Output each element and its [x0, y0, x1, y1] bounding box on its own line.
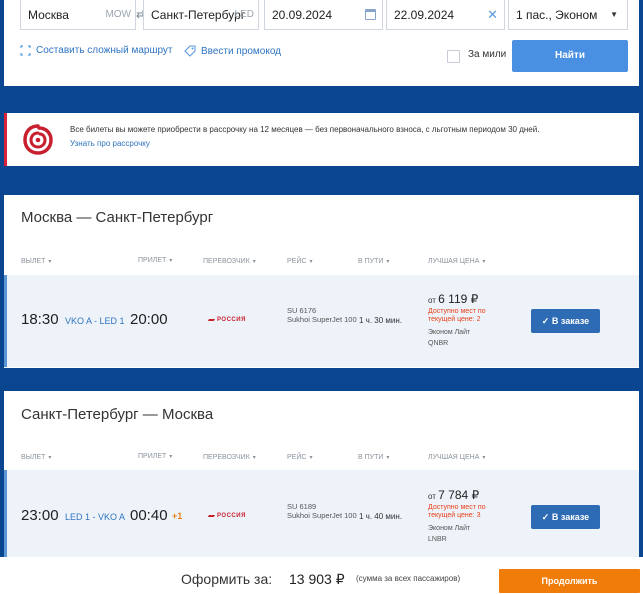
in-order-button[interactable]: ✓ В заказе: [531, 309, 600, 333]
fare-info: Эконом Лайт LNBR: [428, 525, 471, 543]
carrier-logo: РОССИЯ: [207, 317, 246, 323]
complex-route-label: Составить сложный маршрут: [36, 45, 173, 56]
passengers-select[interactable]: 1 пас., Эконом ▼: [508, 0, 628, 30]
col-price[interactable]: Лучшая цена ▾: [428, 258, 485, 265]
date-back-field[interactable]: 22.09.2024 ✕: [386, 0, 505, 30]
clear-icon[interactable]: ✕: [487, 0, 498, 30]
arrive-time: 20:00: [130, 311, 168, 328]
miles-checkbox[interactable]: [447, 50, 460, 63]
col-arrive[interactable]: Прилет ▾: [138, 453, 172, 460]
find-button[interactable]: Найти: [512, 40, 628, 72]
complex-route-link[interactable]: Составить сложный маршрут: [20, 45, 173, 56]
col-flight[interactable]: Рейс ▾: [287, 454, 312, 461]
date-there: 20.09.2024: [272, 8, 333, 22]
installment-banner: Все билеты вы можете приобрести в рассро…: [4, 113, 639, 166]
from-field[interactable]: Москва MOW: [20, 0, 136, 30]
to-field[interactable]: Санкт-Петербург LED: [143, 0, 259, 30]
installment-text: Все билеты вы можете приобрести в рассро…: [70, 125, 540, 134]
col-price[interactable]: Лучшая цена ▾: [428, 454, 485, 461]
continue-button[interactable]: Продолжить: [499, 569, 640, 593]
date-there-field[interactable]: 20.09.2024: [264, 0, 383, 30]
depart-time: 18:30: [21, 311, 59, 328]
col-depart[interactable]: Вылет ▾: [21, 454, 51, 461]
flight-info: SU 6189 Sukhoi SuperJet 100: [287, 502, 357, 520]
promo-code-link[interactable]: Ввести промокод: [184, 45, 281, 57]
search-form: Москва MOW ⇄ Санкт-Петербург LED 20.09.2…: [4, 0, 639, 86]
col-flight[interactable]: Рейс ▾: [287, 258, 312, 265]
date-back: 22.09.2024: [394, 8, 455, 22]
banner-accent-bar: [4, 113, 7, 166]
leg-title: Санкт-Петербург — Москва: [21, 406, 214, 423]
flight-duration: 1 ч. 30 мин.: [359, 316, 403, 325]
chevron-down-icon: ▼: [610, 10, 618, 19]
leg-card-return: Санкт-Петербург — Москва Вылет ▾ Прилет ▾ …: [4, 391, 639, 557]
to-city: Санкт-Петербург: [151, 8, 246, 22]
flight-row[interactable]: 23:00 LED 1 - VKO A 00:40 +1 РОССИЯ SU 6…: [4, 470, 639, 557]
checkout-bar: Оформить за: 13 903 ₽ (сумма за всех пас…: [0, 557, 643, 594]
carrier-wing-icon: [207, 317, 217, 321]
checkout-total: 13 903 ₽: [289, 571, 345, 587]
col-arrive[interactable]: Прилет ▾: [138, 257, 172, 264]
col-carrier[interactable]: Перевозчик ▾: [203, 258, 256, 265]
depart-time: 23:00: [21, 507, 59, 524]
carrier-logo: РОССИЯ: [207, 513, 246, 519]
col-duration[interactable]: В пути ▾: [358, 258, 389, 265]
calendar-icon: [365, 9, 376, 20]
route-airports: LED 1 - VKO A: [65, 512, 126, 522]
carrier-wing-icon: [207, 513, 217, 517]
seats-note: Доступно мест по текущей цене: 2: [428, 308, 486, 323]
checkout-note: (сумма за всех пассажиров): [356, 574, 461, 583]
in-order-button[interactable]: ✓ В заказе: [531, 505, 600, 529]
installment-logo-icon: [23, 124, 53, 155]
route-icon: [20, 45, 31, 56]
passengers-value: 1 пас., Эконом: [516, 8, 598, 22]
price: от 7 784 ₽: [428, 488, 480, 502]
flight-info: SU 6176 Sukhoi SuperJet 100: [287, 306, 357, 324]
tag-icon: [184, 45, 196, 57]
flight-row[interactable]: 18:30 VKO A - LED 1 20:00 РОССИЯ SU 6176…: [4, 275, 639, 367]
installment-link[interactable]: Узнать про рассрочку: [70, 139, 150, 148]
col-depart[interactable]: Вылет ▾: [21, 258, 51, 265]
col-duration[interactable]: В пути ▾: [358, 454, 389, 461]
flight-duration: 1 ч. 40 мин.: [359, 512, 403, 521]
fare-info: Эконом Лайт QNBR: [428, 329, 471, 347]
leg-card-outbound: Москва — Санкт-Петербург Вылет ▾ Прилет ▾ …: [4, 195, 639, 368]
leg-title: Москва — Санкт-Петербург: [21, 209, 214, 226]
from-city: Москва: [28, 8, 69, 22]
col-carrier[interactable]: Перевозчик ▾: [203, 454, 256, 461]
next-day-badge: +1: [172, 511, 183, 521]
arrive-time: 00:40: [130, 507, 168, 524]
checkout-label: Оформить за:: [181, 571, 273, 587]
from-code: MOW: [105, 9, 131, 20]
route-airports: VKO A - LED 1: [65, 316, 125, 326]
promo-code-label: Ввести промокод: [201, 45, 282, 57]
seats-note: Доступно мест по текущей цене: 3: [428, 504, 486, 519]
to-code: LED: [234, 9, 254, 20]
miles-label: За мили: [468, 49, 507, 60]
price: от 6 119 ₽: [428, 292, 479, 306]
